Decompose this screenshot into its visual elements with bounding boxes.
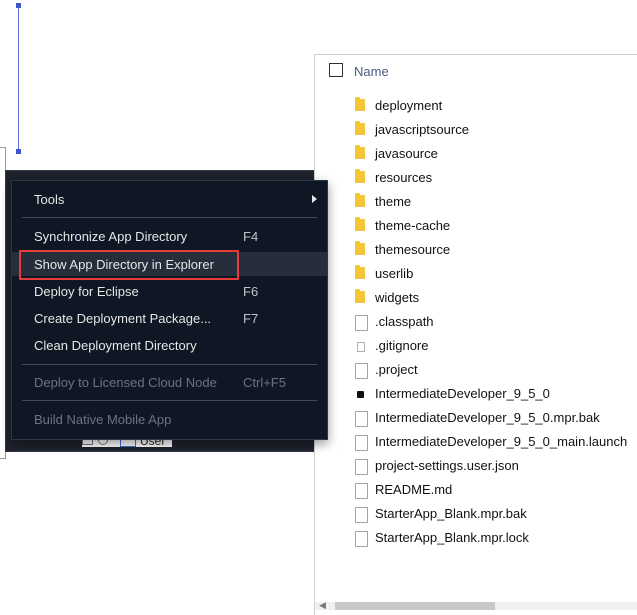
file-list-item[interactable]: javasource	[315, 142, 637, 166]
file-name: javascriptsource	[375, 122, 469, 137]
menu-item-clean-deployment-directory[interactable]: Clean Deployment Directory	[12, 333, 327, 357]
menu-item-label: Deploy for Eclipse	[34, 284, 139, 299]
select-all-checkbox[interactable]	[329, 63, 343, 77]
menu-item-deploy-to-licensed-cloud-node[interactable]: Deploy to Licensed Cloud Node Ctrl+F5	[12, 370, 327, 394]
file-list-item[interactable]: resources	[315, 166, 637, 190]
file-name: project-settings.user.json	[375, 458, 519, 473]
file-name: IntermediateDeveloper_9_5_0	[375, 386, 550, 401]
folder-icon	[355, 241, 365, 255]
file-icon	[355, 531, 368, 547]
file-list-item[interactable]: IntermediateDeveloper_9_5_0	[315, 382, 637, 406]
file-name: theme-cache	[375, 218, 451, 233]
file-icon	[357, 342, 365, 352]
file-list-item[interactable]: StarterApp_Blank.mpr.bak	[315, 502, 637, 526]
selection-handle-bottom[interactable]	[16, 149, 21, 154]
file-list-item[interactable]: theme	[315, 190, 637, 214]
selection-handle-top[interactable]	[16, 3, 21, 8]
menu-separator	[22, 400, 317, 401]
folder-icon	[355, 169, 365, 183]
file-list-item[interactable]: .classpath	[315, 310, 637, 334]
file-list-item[interactable]: README.md	[315, 478, 637, 502]
file-list-item[interactable]: deployment	[315, 94, 637, 118]
file-list-item[interactable]: widgets	[315, 286, 637, 310]
menu-item-shortcut: F7	[243, 311, 259, 326]
folder-icon	[355, 97, 365, 111]
highlight-annotation-box	[19, 250, 239, 280]
menu-item-label: Create Deployment Package...	[34, 311, 212, 326]
file-icon	[355, 315, 368, 331]
file-list-item[interactable]: IntermediateDeveloper_9_5_0_main.launch	[315, 430, 637, 454]
menu-item-shortcut: F6	[243, 284, 259, 299]
file-list-item[interactable]: userlib	[315, 262, 637, 286]
file-name: StarterApp_Blank.mpr.bak	[375, 506, 527, 521]
folder-icon	[355, 193, 365, 207]
menu-separator	[22, 364, 317, 365]
file-name: IntermediateDeveloper_9_5_0_main.launch	[375, 434, 628, 449]
menu-item-label: Clean Deployment Directory	[34, 338, 197, 353]
file-name: widgets	[375, 290, 420, 305]
folder-icon	[355, 145, 365, 159]
file-icon	[355, 363, 368, 379]
file-list-item[interactable]: javascriptsource	[315, 118, 637, 142]
file-icon	[355, 411, 368, 427]
menu-item-create-deployment-package[interactable]: Create Deployment Package... F7	[12, 306, 327, 330]
menu-item-shortcut: Ctrl+F5	[243, 375, 286, 390]
menu-item-label: Synchronize App Directory	[34, 229, 188, 244]
folder-icon	[355, 265, 365, 279]
file-name: .classpath	[375, 314, 434, 329]
file-list-item[interactable]: .project	[315, 358, 637, 382]
mendix-project-icon	[357, 391, 364, 398]
menu-item-synchronize-app-directory[interactable]: Synchronize App Directory F4	[12, 224, 327, 248]
file-list-item[interactable]: themesource	[315, 238, 637, 262]
menu-item-label: Deploy to Licensed Cloud Node	[34, 375, 217, 390]
file-name: .project	[375, 362, 418, 377]
file-name: IntermediateDeveloper_9_5_0.mpr.bak	[375, 410, 600, 425]
file-icon	[355, 507, 368, 523]
file-name: themesource	[375, 242, 451, 257]
file-list-item[interactable]: IntermediateDeveloper_9_5_0.mpr.bak	[315, 406, 637, 430]
menu-item-build-native-mobile-app[interactable]: Build Native Mobile App	[12, 407, 327, 431]
selection-line	[18, 8, 19, 153]
scroll-left-icon[interactable]: ◀	[319, 600, 326, 611]
name-column-header[interactable]: Name	[354, 64, 389, 79]
menu-item-tools[interactable]: Tools	[12, 187, 327, 211]
file-name: .gitignore	[375, 338, 429, 353]
menu-item-label: Build Native Mobile App	[34, 412, 172, 427]
file-list-item[interactable]: .gitignore	[315, 334, 637, 358]
folder-icon	[355, 121, 365, 135]
file-name: resources	[375, 170, 433, 185]
menu-item-deploy-for-eclipse[interactable]: Deploy for Eclipse F6	[12, 279, 327, 303]
file-name: StarterApp_Blank.mpr.lock	[375, 530, 529, 545]
folder-icon	[355, 289, 365, 303]
file-icon	[355, 483, 368, 499]
file-name: userlib	[375, 266, 414, 281]
file-list-item[interactable]: theme-cache	[315, 214, 637, 238]
file-name: theme	[375, 194, 412, 209]
file-icon	[355, 459, 368, 475]
file-name: deployment	[375, 98, 443, 113]
submenu-arrow-icon	[312, 195, 317, 203]
file-name: javasource	[375, 146, 438, 161]
menu-item-shortcut: F4	[243, 229, 259, 244]
file-name: README.md	[375, 482, 453, 497]
file-icon	[355, 435, 368, 451]
file-explorer-panel: Name deployment javascriptsource javasou…	[314, 54, 637, 615]
tools-context-menu: Tools Synchronize App Directory F4 Show …	[11, 180, 328, 440]
folder-icon	[355, 217, 365, 231]
menu-item-label: Tools	[34, 192, 65, 207]
menu-separator	[22, 217, 317, 218]
file-list-item[interactable]: StarterApp_Blank.mpr.lock	[315, 526, 637, 550]
file-list-item[interactable]: project-settings.user.json	[315, 454, 637, 478]
column-header: Name	[315, 55, 637, 87]
